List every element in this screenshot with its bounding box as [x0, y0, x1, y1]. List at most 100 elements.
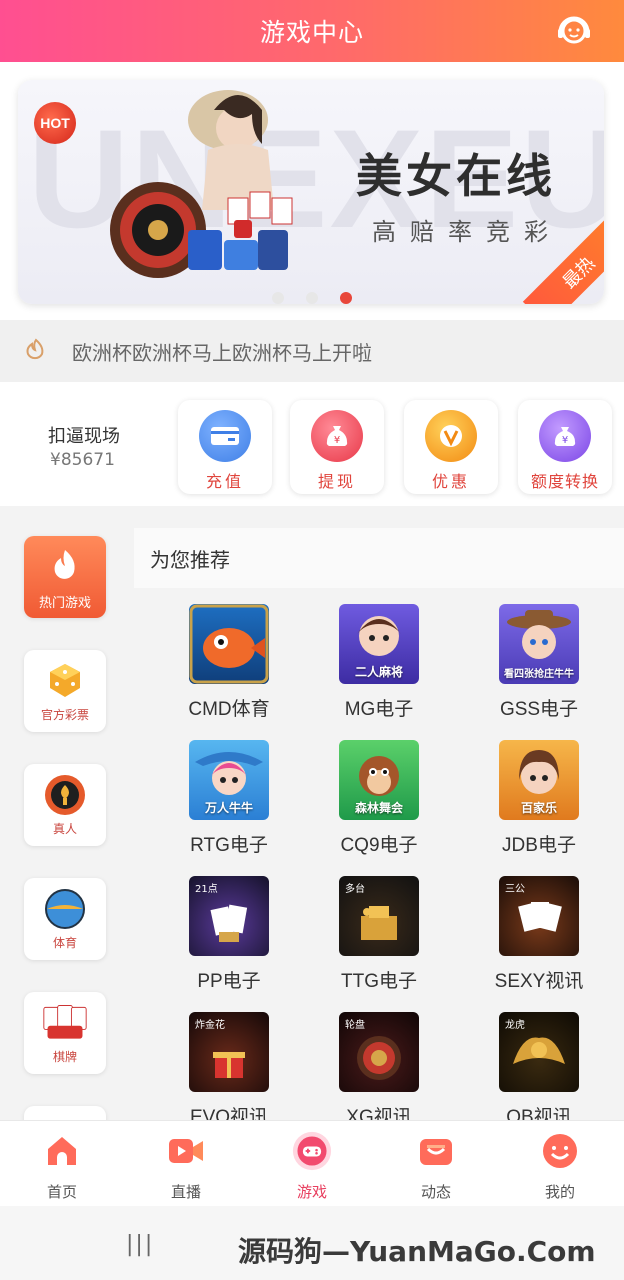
game-item[interactable]: 看四张抢庄牛牛 GSS电子	[464, 604, 614, 734]
game-caption: 看四张抢庄牛牛	[504, 669, 574, 680]
game-name: MG电子	[344, 699, 414, 720]
game-name: SEXY视讯	[494, 971, 584, 992]
game-name: GSS电子	[499, 699, 579, 720]
notice-bar[interactable]: 欧洲杯欧洲杯马上欧洲杯马上开啦	[0, 320, 624, 382]
banner-dot[interactable]	[272, 292, 284, 304]
game-name: PP电子	[197, 971, 261, 992]
video-icon	[166, 1131, 206, 1171]
game-caption: 森林舞会	[354, 801, 403, 815]
promotion-label: 优惠	[431, 472, 470, 491]
poker-chip-icon	[42, 772, 88, 818]
promo-banner[interactable]: UNEXEURO HOT 美女在线 高赔率竞彩 最热	[18, 80, 604, 304]
user-name: 扣逼现场	[48, 426, 120, 447]
game-name: CQ9电子	[340, 835, 418, 856]
game-thumbnail: 炸金花	[189, 1012, 269, 1092]
game-thumbnail: 万人牛牛	[189, 740, 269, 820]
transfer-label: 额度转换	[530, 472, 599, 491]
game-thumbnail: 看四张抢庄牛牛	[499, 604, 579, 684]
game-item[interactable]: 三公 SEXY视讯	[464, 876, 614, 1006]
game-name: CMD体育	[188, 699, 270, 720]
tab-home[interactable]: 首页	[22, 1131, 102, 1202]
category-more[interactable]	[24, 1106, 106, 1120]
watermark-text: 源码狗—YuanMaGo.Com	[238, 1235, 596, 1268]
balance-amount: ¥85671	[50, 450, 115, 470]
tab-games[interactable]: 游戏	[272, 1131, 352, 1202]
game-item[interactable]: 森林舞会 CQ9电子	[304, 740, 454, 870]
game-tag: 多台	[345, 884, 365, 895]
category-hot-games[interactable]: 热门游戏	[24, 536, 106, 618]
category-sidebar: 热门游戏 官方彩票 真人 体育 棋牌	[0, 506, 130, 1120]
game-caption: 二人麻将	[354, 665, 403, 679]
game-thumbnail: 森林舞会	[339, 740, 419, 820]
transfer-button[interactable]: ¥ 额度转换	[518, 400, 612, 494]
notice-text: 欧洲杯欧洲杯马上欧洲杯马上开啦	[72, 340, 372, 365]
feed-icon	[416, 1131, 456, 1171]
game-item[interactable]: 龙虎 OB视讯	[464, 1012, 614, 1120]
page-title: 游戏中心	[259, 18, 364, 47]
recommend-title: 为您推荐	[150, 547, 230, 572]
game-name: RTG电子	[190, 835, 268, 856]
recharge-button[interactable]: 充值	[178, 400, 272, 494]
game-thumbnail: 三公	[499, 876, 579, 956]
category-lottery[interactable]: 官方彩票	[24, 650, 106, 732]
customer-service-icon[interactable]	[554, 10, 594, 50]
home-icon	[42, 1131, 82, 1171]
game-item[interactable]: 二人麻将 MG电子	[304, 604, 454, 734]
game-grid: CMD体育 二人麻将 MG电子 看四张抢庄牛牛 GSS电子 万人牛牛 RTG电子…	[134, 598, 624, 1120]
game-tag: 炸金花	[195, 1020, 225, 1031]
game-tag: 龙虎	[505, 1020, 525, 1031]
recent-apps-button[interactable]: |||	[126, 1232, 154, 1257]
game-item[interactable]: 百家乐 JDB电子	[464, 740, 614, 870]
card-icon	[199, 410, 251, 462]
category-cards[interactable]: 棋牌	[24, 992, 106, 1074]
system-navigation-bar: ||| 源码狗—YuanMaGo.Com	[0, 1206, 624, 1280]
recommend-header: 为您推荐	[134, 528, 624, 588]
app-header: 游戏中心	[0, 0, 624, 62]
banner-dot[interactable]	[306, 292, 318, 304]
game-item[interactable]: 轮盘 XG视讯	[304, 1012, 454, 1120]
game-item[interactable]: 万人牛牛 RTG电子	[154, 740, 304, 870]
game-thumbnail: 百家乐	[499, 740, 579, 820]
banner-headline: 美女在线	[356, 149, 556, 203]
category-live[interactable]: 真人	[24, 764, 106, 846]
bottom-tab-bar: 首页 直播 游戏 动态 我的	[0, 1120, 624, 1206]
ball-icon	[42, 886, 88, 932]
game-thumbnail: 21点	[189, 876, 269, 956]
hot-badge: HOT	[34, 102, 76, 144]
category-sports[interactable]: 体育	[24, 878, 106, 960]
flame-icon	[26, 338, 44, 360]
tab-label: 游戏	[296, 1183, 327, 1201]
game-item[interactable]: 多台 TTG电子	[304, 876, 454, 1006]
money-bag-icon: ¥	[311, 410, 363, 462]
casino-illustration	[110, 90, 293, 278]
game-tag: 21点	[195, 884, 218, 895]
category-label: 热门游戏	[38, 596, 91, 611]
game-item[interactable]: 炸金花 EVO视讯	[154, 1012, 304, 1120]
promotion-button[interactable]: 优惠	[404, 400, 498, 494]
banner-dot-active[interactable]	[340, 292, 352, 304]
banner-subline: 高赔率竞彩	[372, 218, 562, 246]
dice-icon	[42, 658, 88, 704]
game-name: TTG电子	[341, 971, 417, 992]
game-thumbnail: 多台	[339, 876, 419, 956]
game-item[interactable]: CMD体育	[154, 604, 304, 734]
cards-icon	[42, 1000, 88, 1046]
tab-feed[interactable]: 动态	[396, 1131, 476, 1202]
game-caption: 万人牛牛	[204, 801, 253, 815]
withdraw-button[interactable]: ¥ 提现	[290, 400, 384, 494]
tab-live[interactable]: 直播	[146, 1131, 226, 1202]
withdraw-label: 提现	[317, 472, 356, 491]
game-tag: 三公	[505, 884, 525, 895]
category-label: 体育	[52, 936, 77, 950]
category-label: 官方彩票	[40, 708, 89, 722]
banner-section: UNEXEURO HOT 美女在线 高赔率竞彩 最热	[0, 62, 624, 320]
game-thumbnail: 轮盘	[339, 1012, 419, 1092]
game-caption: 百家乐	[520, 801, 557, 815]
wallet-section: 扣逼现场 ¥85671 充值 ¥ 提现 优惠 ¥ 额度转换	[0, 382, 624, 506]
game-item[interactable]: 21点 PP电子	[154, 876, 304, 1006]
game-tag: 轮盘	[345, 1020, 365, 1031]
tab-profile[interactable]: 我的	[520, 1131, 600, 1202]
smile-icon	[540, 1131, 580, 1171]
game-thumbnail: 龙虎	[499, 1012, 579, 1092]
vip-icon	[425, 410, 477, 462]
